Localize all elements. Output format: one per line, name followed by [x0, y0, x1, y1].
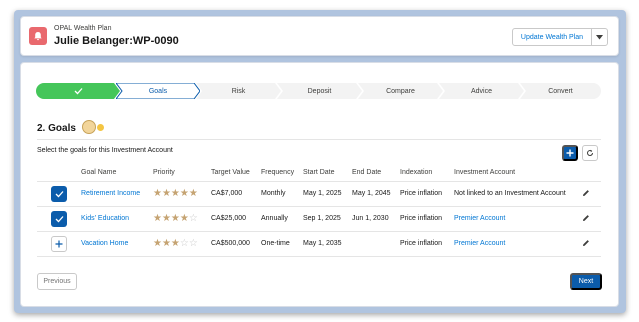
- investment-account: Not linked to an Investment Account: [452, 181, 580, 207]
- path-step-goals[interactable]: Goals: [116, 83, 200, 99]
- priority-stars: ★★★★★: [153, 188, 198, 199]
- column-header: Start Date: [301, 165, 350, 182]
- path-step-risk[interactable]: Risk: [196, 83, 281, 99]
- add-goal-button[interactable]: [562, 145, 578, 161]
- path-step-complete[interactable]: [36, 83, 120, 99]
- action-column-header: [580, 165, 601, 182]
- target-value: CA$25,000: [209, 206, 259, 232]
- table-row: Retirement Income ★★★★★ CA$7,000 Monthly…: [37, 181, 601, 207]
- frequency: Monthly: [259, 181, 301, 207]
- edit-pencil-icon[interactable]: [582, 239, 590, 249]
- column-header: Investment Account: [452, 165, 580, 182]
- goal-checkbox[interactable]: [51, 185, 67, 202]
- indexation: Price inflation: [398, 206, 452, 232]
- path-step-label: Advice: [470, 87, 492, 95]
- start-date: Sep 1, 2025: [301, 206, 350, 232]
- table-row: Kids' Education ★★★★☆ CA$25,000 Annually…: [37, 206, 601, 232]
- goal-name-link[interactable]: Kids' Education: [81, 215, 129, 222]
- page-title: Julie Belanger:WP-0090: [54, 35, 179, 47]
- column-header: Priority: [151, 165, 209, 182]
- column-header: Target Value: [209, 165, 259, 182]
- path-step-deposit[interactable]: Deposit: [277, 83, 362, 99]
- check-icon: [74, 88, 82, 95]
- path-step-label: Goals: [148, 87, 168, 95]
- update-wealth-plan-button[interactable]: Update Wealth Plan: [512, 28, 592, 46]
- target-value: CA$7,000: [209, 181, 259, 207]
- refresh-button[interactable]: [582, 145, 598, 161]
- check-icon: [55, 215, 63, 222]
- target-value: CA$500,000: [209, 231, 259, 257]
- chevron-down-icon: [596, 34, 603, 39]
- goal-add-toggle[interactable]: [51, 235, 67, 252]
- smiley-icon: [97, 124, 104, 131]
- goal-name-link[interactable]: Retirement Income: [81, 190, 140, 197]
- start-date: May 1, 2035: [301, 231, 350, 257]
- column-header: Indexation: [398, 165, 452, 182]
- header-menu-button[interactable]: [591, 28, 608, 46]
- end-date: Jun 1, 2030: [350, 206, 398, 232]
- goal-name-link[interactable]: Vacation Home: [81, 240, 128, 247]
- priority-stars: ★★★☆☆: [153, 238, 198, 249]
- indexation: Price inflation: [398, 231, 452, 257]
- edit-pencil-icon[interactable]: [582, 189, 590, 199]
- column-header: End Date: [350, 165, 398, 182]
- start-date: May 1, 2025: [301, 181, 350, 207]
- advisor-avatar-icon: [82, 120, 96, 134]
- frequency: One-time: [259, 231, 301, 257]
- end-date: May 1, 2045: [350, 181, 398, 207]
- divider: [37, 139, 601, 140]
- column-header: Goal Name: [79, 165, 151, 182]
- plus-icon: [55, 240, 63, 247]
- section-title: 2. Goals: [37, 123, 76, 134]
- path-step-compare[interactable]: Compare: [358, 83, 443, 99]
- investment-account-link[interactable]: Premier Account: [454, 240, 505, 247]
- goals-table: Goal Name Priority Target Value Frequenc…: [37, 165, 601, 257]
- end-date: [350, 231, 398, 257]
- plus-icon: [566, 149, 574, 157]
- investment-account-link[interactable]: Premier Account: [454, 215, 505, 222]
- progress-path: Goals Risk Deposit Compare Advice Conver…: [36, 83, 601, 99]
- edit-pencil-icon[interactable]: [582, 214, 590, 224]
- path-step-advice[interactable]: Advice: [439, 83, 524, 99]
- frequency: Annually: [259, 206, 301, 232]
- refresh-icon: [587, 149, 593, 156]
- next-button[interactable]: Next: [570, 273, 602, 290]
- column-header: Frequency: [259, 165, 301, 182]
- previous-button[interactable]: Previous: [37, 273, 77, 290]
- indexation: Price inflation: [398, 181, 452, 207]
- path-step-convert[interactable]: Convert: [520, 83, 601, 99]
- path-step-label: Deposit: [307, 87, 332, 95]
- path-step-label: Risk: [231, 87, 246, 95]
- select-column-header: [37, 165, 79, 182]
- instructions-text: Select the goals for this Investment Acc…: [37, 147, 173, 154]
- check-icon: [55, 190, 63, 197]
- record-header: OPAL Wealth Plan Julie Belanger:WP-0090 …: [20, 16, 619, 56]
- priority-stars: ★★★★☆: [153, 213, 198, 224]
- table-row: Vacation Home ★★★☆☆ CA$500,000 One-time …: [37, 231, 601, 257]
- record-type-label: OPAL Wealth Plan: [54, 25, 112, 32]
- table-header-row: Goal Name Priority Target Value Frequenc…: [37, 165, 601, 182]
- wealth-plan-icon: [29, 27, 47, 45]
- path-step-label: Compare: [386, 87, 415, 95]
- goals-card: Goals Risk Deposit Compare Advice Conver…: [20, 62, 619, 307]
- path-step-label: Convert: [548, 87, 573, 95]
- goal-checkbox[interactable]: [51, 210, 67, 227]
